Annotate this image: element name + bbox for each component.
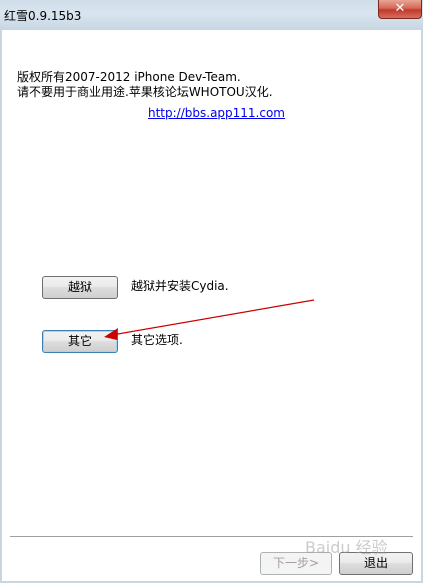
window-title: 红雪0.9.15b3 xyxy=(4,9,82,23)
arrow-line xyxy=(111,299,315,336)
app-window: 红雪0.9.15b3 ✕ 版权所有2007-2012 iPhone Dev-Te… xyxy=(0,0,423,583)
jailbreak-description: 越狱并安装Cydia. xyxy=(131,279,229,293)
jailbreak-button[interactable]: 越狱 xyxy=(42,276,118,299)
window-frame-left xyxy=(0,30,2,583)
other-description: 其它选项. xyxy=(131,333,183,347)
close-icon: ✕ xyxy=(394,1,406,16)
forum-link[interactable]: http://bbs.app111.com xyxy=(148,106,285,120)
close-button[interactable]: ✕ xyxy=(378,0,422,19)
usage-notice-text: 请不要用于商业用途.苹果核论坛WHOTOU汉化. xyxy=(17,85,273,99)
baidu-watermark: Baidu 经验 xyxy=(305,538,388,557)
other-button[interactable]: 其它 xyxy=(42,330,118,353)
title-bar[interactable]: 红雪0.9.15b3 ✕ xyxy=(0,0,423,30)
